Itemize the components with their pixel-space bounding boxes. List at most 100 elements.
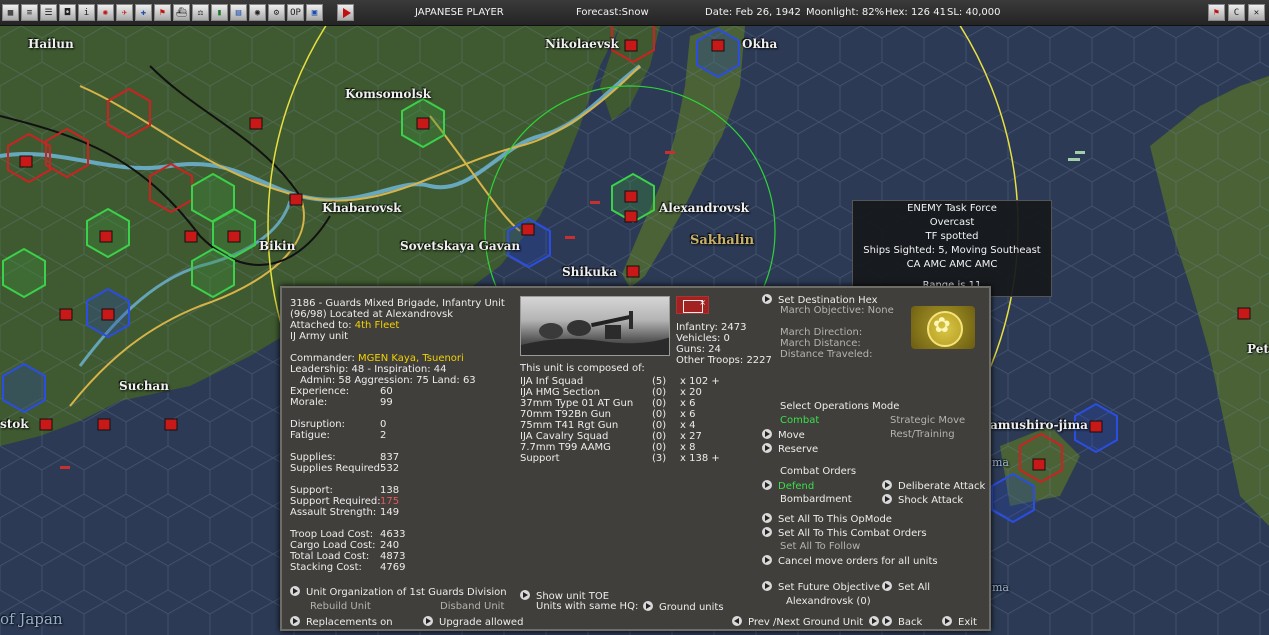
stat-label: Support Required:	[290, 496, 381, 507]
set-all-follow-button[interactable]: Set All To Follow	[780, 541, 860, 552]
stat-label: Assault Strength:	[290, 507, 377, 518]
arrow-right-icon	[762, 443, 772, 453]
place-hailun: Hailun	[28, 37, 74, 51]
composition-name[interactable]: Support	[520, 453, 560, 464]
total-infantry: Infantry: 2473	[676, 322, 747, 333]
composition-count: (0)	[652, 420, 667, 431]
ship-icon[interactable]: ⛴	[173, 4, 190, 21]
stat-value: 138	[380, 485, 400, 496]
ops-strategic-move-option[interactable]: Strategic Move	[890, 415, 965, 426]
composition-name[interactable]: IJA HMG Section	[520, 387, 600, 398]
place-sakhalin: Sakhalin	[690, 233, 755, 248]
stat-value: 2	[380, 430, 387, 441]
cancel-move-label: Cancel move orders for all units	[778, 556, 938, 567]
tooltip-line: Overcast	[929, 217, 975, 228]
unit-army: IJ Army unit	[290, 331, 349, 342]
composition-name[interactable]: 70mm T92Bn Gun	[520, 409, 611, 420]
stat-label: Stacking Cost:	[290, 562, 362, 573]
march-distance: March Distance:	[780, 338, 861, 349]
upgrade-toggle[interactable]: Upgrade allowed	[423, 616, 523, 628]
set-all-combat-button[interactable]: Set All To This Combat Orders	[762, 527, 927, 539]
close-icon[interactable]: ✕	[1248, 4, 1265, 21]
attached-value[interactable]: 4th Fleet	[355, 320, 400, 331]
place-khabarovsk: Khabarovsk	[322, 201, 402, 215]
place-partial-label: ma	[992, 456, 1009, 469]
stat-label: Supplies Required:	[290, 463, 384, 474]
march-direction: March Direction:	[780, 327, 863, 338]
rising-sun-flag-icon[interactable]: ✺	[97, 4, 114, 21]
composition-name[interactable]: 7.7mm T99 AAMG	[520, 442, 611, 453]
exit-label: Exit	[958, 617, 977, 628]
order-shock-attack-option[interactable]: Shock Attack	[882, 494, 963, 506]
window-icon[interactable]: ▣	[306, 4, 323, 21]
cancel-move-orders-button[interactable]: Cancel move orders for all units	[762, 555, 938, 567]
stat-label: Total Load Cost:	[290, 551, 370, 562]
ops-rest-training-option[interactable]: Rest/Training	[890, 429, 955, 440]
rebuild-unit-button[interactable]: Rebuild Unit	[310, 601, 371, 612]
place-nikolaevsk: Nikolaevsk	[545, 37, 619, 51]
info-icon[interactable]: i	[78, 4, 95, 21]
arrow-right-icon	[643, 601, 653, 611]
arrow-right-icon	[882, 494, 892, 504]
order-bombardment-option[interactable]: Bombardment	[780, 494, 852, 505]
bar-chart-icon[interactable]: ▮	[211, 4, 228, 21]
unit-location: (96/98) Located at Alexandrovsk	[290, 309, 454, 320]
op-icon[interactable]: OP	[287, 4, 304, 21]
composition-name[interactable]: IJA Inf Squad	[520, 376, 583, 387]
unit-organization-button[interactable]: Unit Organization of 1st Guards Division	[290, 586, 507, 598]
same-hq-label: Units with same HQ:	[536, 601, 639, 612]
set-all-button[interactable]: Set All	[882, 581, 930, 593]
flag-icon[interactable]: ⚑	[1208, 4, 1225, 21]
ground-units-button[interactable]: Ground units	[643, 601, 724, 613]
order-deliberate-attack-option[interactable]: Deliberate Attack	[882, 480, 985, 492]
composition-name[interactable]: 37mm Type 01 AT Gun	[520, 398, 633, 409]
balance-icon[interactable]: ⚖	[192, 4, 209, 21]
disband-unit-button[interactable]: Disband Unit	[440, 601, 504, 612]
c-icon[interactable]: C	[1228, 4, 1245, 21]
replacements-toggle[interactable]: Replacements on	[290, 616, 393, 628]
bus-icon[interactable]: ◘	[59, 4, 76, 21]
plane-blue-icon[interactable]: ✚	[135, 4, 152, 21]
back-button[interactable]: Back	[882, 616, 922, 628]
order-defend-option[interactable]: Defend	[762, 480, 814, 492]
composition-name[interactable]: IJA Cavalry Squad	[520, 431, 608, 442]
total-other-troops: Other Troops: 2227	[676, 355, 772, 366]
stat-value: 532	[380, 463, 400, 474]
map-icon[interactable]: ▤	[230, 4, 247, 21]
total-guns: Guns: 24	[676, 344, 721, 355]
stat-label: Disruption:	[290, 419, 346, 430]
arrow-right-icon	[520, 590, 530, 600]
set-all-opmode-button[interactable]: Set All To This OpMode	[762, 513, 892, 525]
flag-icon[interactable]: ⚑	[154, 4, 171, 21]
document-icon[interactable]: ≡	[21, 4, 38, 21]
unit-commander: Commander: MGEN Kaya, Tsuenori	[290, 353, 464, 364]
aircraft-icon[interactable]: ✈	[116, 4, 133, 21]
place-bikin: Bikin	[259, 239, 296, 253]
gear-icon[interactable]: ⚙	[268, 4, 285, 21]
arrow-right-icon	[942, 616, 952, 626]
composition-qty: x 20	[680, 387, 702, 398]
upgrade-label: Upgrade allowed	[439, 617, 524, 628]
back-label: Back	[898, 617, 923, 628]
arrow-left-icon	[732, 616, 742, 626]
hex-label: Hex: 126 41	[885, 7, 946, 18]
commander-value[interactable]: MGEN Kaya, Tsuenori	[358, 353, 464, 364]
set-future-objective-button[interactable]: Set Future Objective	[762, 581, 880, 593]
globe-icon[interactable]: ◉	[249, 4, 266, 21]
ops-move-option[interactable]: Move	[762, 429, 805, 441]
mail-icon[interactable]	[676, 296, 709, 314]
play-icon[interactable]	[337, 4, 354, 21]
composition-name[interactable]: 75mm T41 Rgt Gun	[520, 420, 618, 431]
airbase-icon[interactable]: ▦	[2, 4, 19, 21]
toolbar-icon-group: ▦ ≡ ☰ ◘ i ✺ ✈ ✚ ⚑ ⛴ ⚖ ▮ ▤ ◉ ⚙ OP ▣	[0, 4, 323, 21]
ops-reserve-option[interactable]: Reserve	[762, 443, 818, 455]
exit-button[interactable]: Exit	[942, 616, 977, 628]
prev-next-ground-unit-button[interactable]: Prev /Next Ground Unit	[732, 616, 880, 628]
stat-label: Experience:	[290, 386, 350, 397]
order-shock-label: Shock Attack	[898, 495, 964, 506]
tooltip-line: ENEMY Task Force	[907, 203, 997, 214]
composition-title: This unit is composed of:	[520, 363, 645, 374]
list-icon[interactable]: ☰	[40, 4, 57, 21]
replacements-label: Replacements on	[306, 617, 393, 628]
ops-combat-option[interactable]: Combat	[780, 415, 819, 426]
